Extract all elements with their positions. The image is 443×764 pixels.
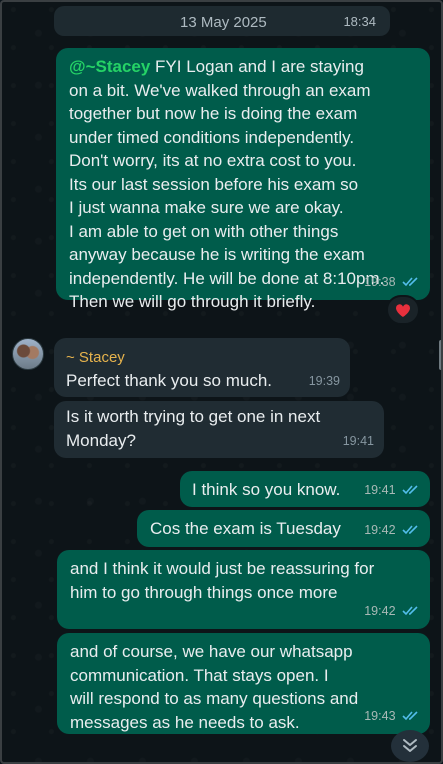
date-label: 13 May 2025 (180, 14, 267, 31)
message-text: Is it worth trying to get one in next Mo… (66, 407, 321, 450)
message-incoming[interactable]: Is it worth trying to get one in next Mo… (54, 401, 384, 458)
sender-name[interactable]: ~ Stacey (66, 346, 125, 370)
message-text: I think so you know. (192, 480, 341, 499)
date-divider: 13 May 2025 18:34 (54, 6, 390, 36)
double-check-icon (402, 484, 418, 494)
message-outgoing[interactable]: and of course, we have our whatsapp comm… (57, 633, 430, 734)
message-timestamp: 19:38 (364, 271, 420, 295)
heart-icon (395, 304, 411, 317)
double-chevron-down-icon (403, 739, 417, 752)
message-timestamp: 19:39 (308, 373, 340, 388)
double-check-icon (402, 710, 418, 720)
message-text: Cos the exam is Tuesday (150, 519, 341, 538)
reaction-badge[interactable] (386, 295, 420, 325)
message-text: Perfect thank you so much. (66, 371, 272, 390)
message-incoming[interactable]: ~ Stacey Perfect thank you so much. 19:3… (54, 338, 350, 397)
avatar[interactable] (12, 338, 44, 370)
message-timestamp: 19:41 (364, 479, 420, 503)
message-text: and I think it would just be reassuring … (70, 559, 375, 602)
message-outgoing[interactable]: @~Stacey FYI Logan and I are staying on … (56, 48, 430, 311)
mention-link[interactable]: @~Stacey (69, 57, 150, 76)
message-outgoing[interactable]: I think so you know. 19:41 (180, 471, 430, 507)
chat-window: 13 May 2025 18:34 @~Stacey FYI Logan and… (0, 0, 443, 764)
scroll-to-bottom-button[interactable] (391, 730, 429, 762)
double-check-icon (402, 524, 418, 534)
date-time: 18:34 (343, 14, 376, 29)
double-check-icon (402, 605, 418, 615)
message-timestamp: 19:41 (342, 433, 374, 448)
message-outgoing[interactable]: Cos the exam is Tuesday 19:42 (137, 510, 430, 547)
message-outgoing[interactable]: and I think it would just be reassuring … (57, 550, 430, 629)
message-timestamp: 19:42 (364, 519, 420, 543)
scrollbar-thumb[interactable] (439, 340, 441, 370)
message-timestamp: 19:42 (364, 600, 420, 624)
message-timestamp: 19:43 (364, 705, 420, 729)
double-check-icon (402, 276, 418, 286)
